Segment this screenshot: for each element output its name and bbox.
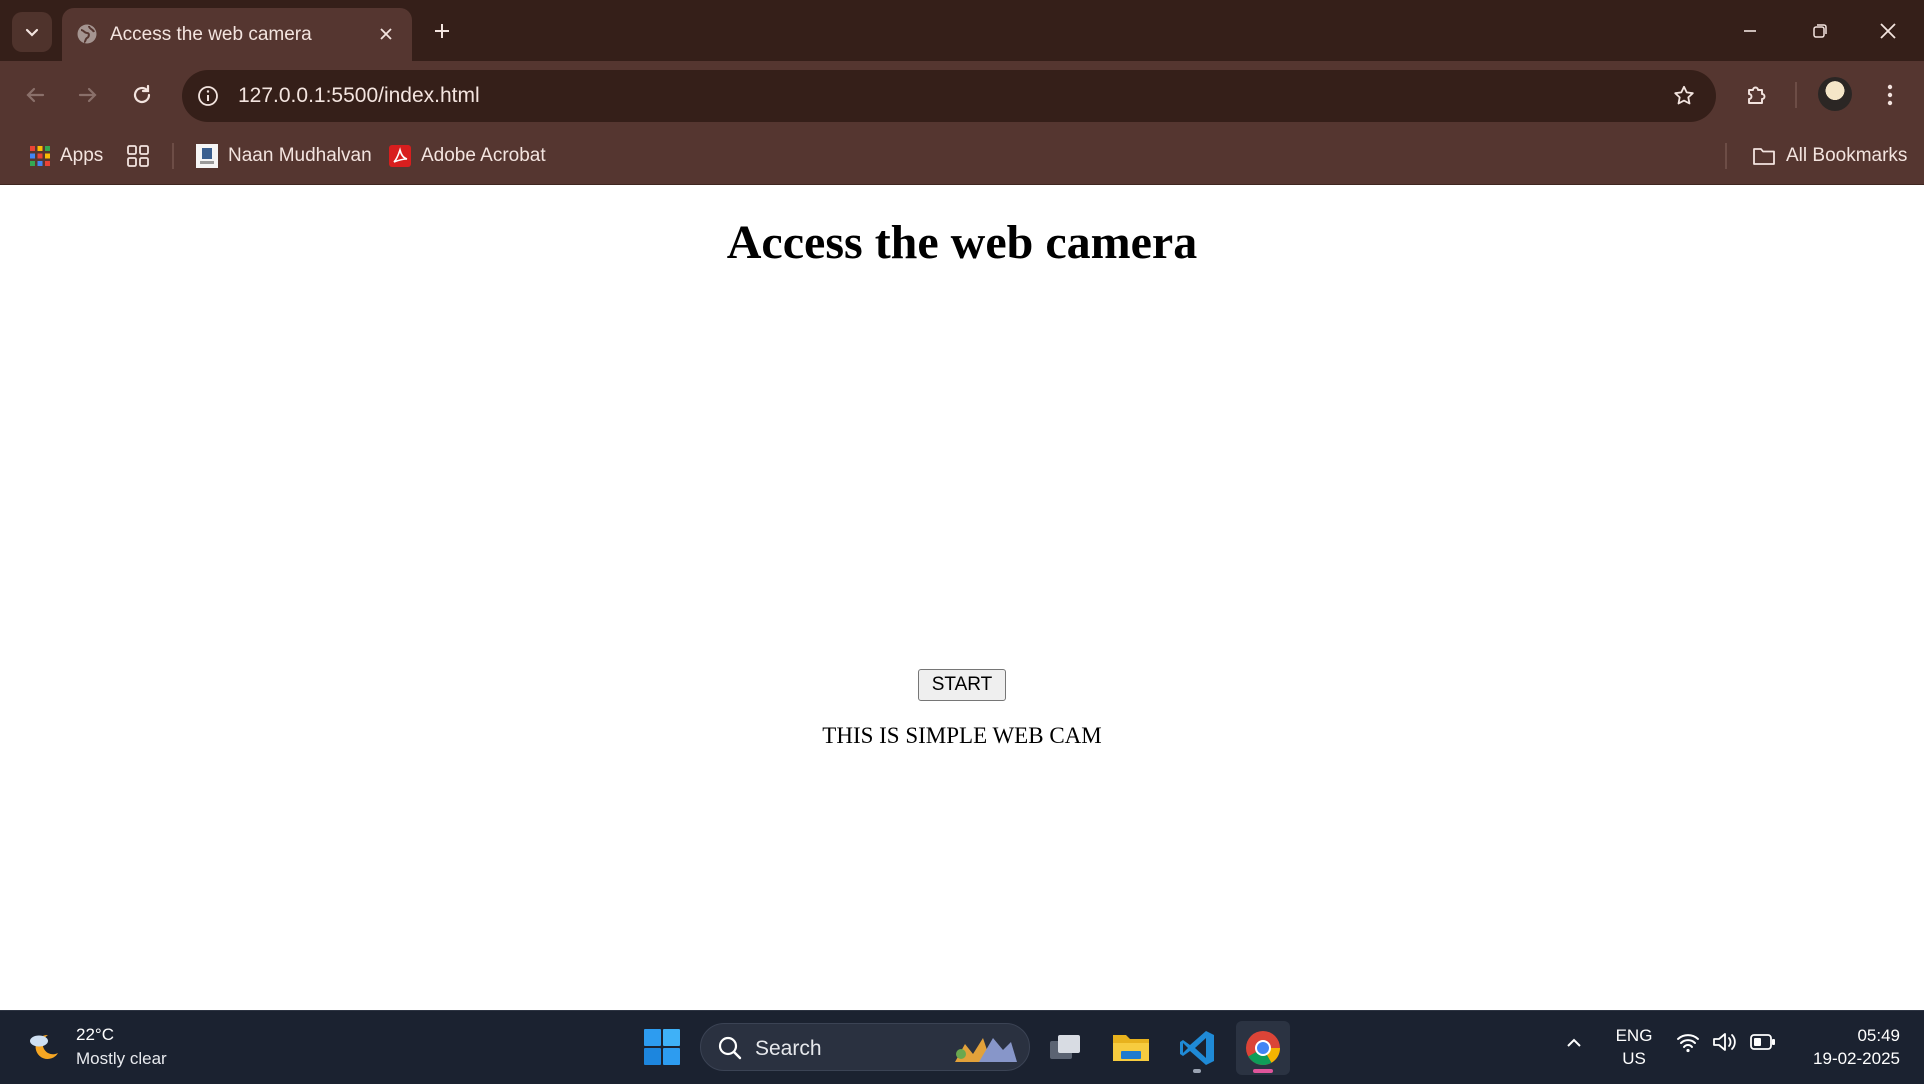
new-tab-button[interactable] xyxy=(425,14,459,48)
region-code: US xyxy=(1622,1049,1646,1068)
system-tray[interactable] xyxy=(1676,1031,1776,1053)
taskbar-chrome[interactable] xyxy=(1236,1021,1290,1075)
reload-button[interactable] xyxy=(122,75,162,115)
weather-condition: Mostly clear xyxy=(76,1049,167,1068)
all-bookmarks-button[interactable]: All Bookmarks xyxy=(1752,139,1907,173)
language-code: ENG xyxy=(1615,1026,1653,1045)
plus-icon xyxy=(435,24,449,38)
tab-close-button[interactable] xyxy=(372,20,400,48)
clock-date: 19-02-2025 xyxy=(1813,1049,1900,1068)
toolbar-divider xyxy=(1795,82,1797,108)
site-info-button[interactable] xyxy=(194,82,222,110)
clock-time: 05:49 xyxy=(1857,1026,1900,1045)
bookmark-label: Naan Mudhalvan xyxy=(228,145,372,166)
naan-mudhalvan-favicon-icon xyxy=(196,144,218,168)
adobe-acrobat-icon xyxy=(389,145,411,167)
chrome-icon xyxy=(1246,1031,1280,1065)
search-label: Search xyxy=(755,1037,822,1060)
puzzle-icon xyxy=(1748,86,1766,104)
reload-icon xyxy=(133,84,151,104)
battery-icon xyxy=(1750,1034,1775,1050)
close-icon xyxy=(1880,23,1896,39)
taskbar-vscode[interactable] xyxy=(1170,1021,1224,1075)
bookmarks-divider xyxy=(172,143,174,169)
search-highlight-icon xyxy=(955,1038,1017,1062)
bookmarks-divider xyxy=(1725,143,1727,169)
back-button[interactable] xyxy=(15,75,55,115)
all-bookmarks-label: All Bookmarks xyxy=(1786,145,1908,166)
profile-avatar[interactable] xyxy=(1818,77,1852,111)
restore-button[interactable] xyxy=(1790,10,1850,52)
arrow-right-icon xyxy=(78,87,97,103)
show-hidden-icons-button[interactable] xyxy=(1564,1033,1584,1058)
page-caption: THIS IS SIMPLE WEB CAM xyxy=(822,723,1102,748)
clock[interactable]: 05:49 19-02-2025 xyxy=(1796,1024,1900,1070)
folder-icon xyxy=(1753,148,1775,165)
taskbar-task-view[interactable] xyxy=(1038,1021,1092,1075)
search-icon xyxy=(718,1036,742,1060)
bookmark-label: Adobe Acrobat xyxy=(421,145,546,166)
weather-temperature: 22°C xyxy=(76,1025,114,1044)
folder-icon xyxy=(1113,1035,1149,1061)
address-bar[interactable]: 127.0.0.1:5500/index.html xyxy=(182,70,1716,122)
more-vertical-icon xyxy=(1887,84,1893,106)
tab-groups-button[interactable] xyxy=(127,139,149,173)
tab-title: Access the web camera xyxy=(110,24,312,45)
taskbar: 22°C Mostly clear Search ENG US 05:49 19… xyxy=(0,1010,1924,1084)
address-url[interactable]: 127.0.0.1:5500/index.html xyxy=(238,84,480,108)
taskbar-file-explorer[interactable] xyxy=(1104,1021,1158,1075)
apps-grid-icon xyxy=(30,146,50,166)
start-button[interactable]: START xyxy=(918,669,1006,701)
bookmark-apps[interactable]: Apps xyxy=(30,139,103,173)
webcam-video xyxy=(762,295,1162,595)
forward-button[interactable] xyxy=(68,75,108,115)
page-heading: Access the web camera xyxy=(726,216,1198,269)
bookmark-adobe-acrobat[interactable]: Adobe Acrobat xyxy=(389,139,546,173)
running-indicator xyxy=(1193,1069,1201,1073)
star-icon xyxy=(1674,85,1694,105)
grid-icon xyxy=(127,145,149,167)
tab-search-button[interactable] xyxy=(12,12,52,52)
browser-toolbar: 127.0.0.1:5500/index.html xyxy=(0,61,1924,129)
bookmark-naan-mudhalvan[interactable]: Naan Mudhalvan xyxy=(196,139,372,173)
volume-icon xyxy=(1713,1033,1736,1051)
globe-icon xyxy=(77,24,97,44)
minimize-button[interactable] xyxy=(1720,10,1780,52)
chevron-up-icon xyxy=(1567,1038,1581,1047)
active-indicator xyxy=(1253,1069,1273,1073)
task-view-icon xyxy=(1050,1035,1080,1059)
tab-active[interactable]: Access the web camera xyxy=(62,8,412,61)
weather-widget[interactable]: 22°C Mostly clear xyxy=(26,1023,167,1071)
wifi-icon xyxy=(1677,1034,1699,1053)
language-indicator[interactable]: ENG US xyxy=(1612,1024,1656,1070)
minimize-icon xyxy=(1744,30,1756,32)
close-icon xyxy=(380,28,392,40)
vscode-icon xyxy=(1180,1031,1214,1065)
restore-icon xyxy=(1813,24,1827,38)
window-close-button[interactable] xyxy=(1858,10,1918,52)
tab-strip: Access the web camera xyxy=(0,0,1924,61)
moon-cloud-icon xyxy=(30,1034,58,1059)
extensions-button[interactable] xyxy=(1737,75,1777,115)
info-icon xyxy=(198,86,218,106)
bookmark-star-button[interactable] xyxy=(1670,82,1698,110)
chevron-down-icon xyxy=(25,28,39,37)
windows-start-icon[interactable] xyxy=(642,1027,682,1067)
arrow-left-icon xyxy=(26,87,45,103)
taskbar-search[interactable]: Search xyxy=(700,1023,1030,1071)
bookmark-label: Apps xyxy=(60,145,104,166)
menu-button[interactable] xyxy=(1870,75,1910,115)
page-viewport: Access the web camera START THIS IS SIMP… xyxy=(0,185,1924,1010)
bookmarks-bar: Apps Naan Mudhalvan Adobe Acrobat All Bo… xyxy=(0,129,1924,185)
